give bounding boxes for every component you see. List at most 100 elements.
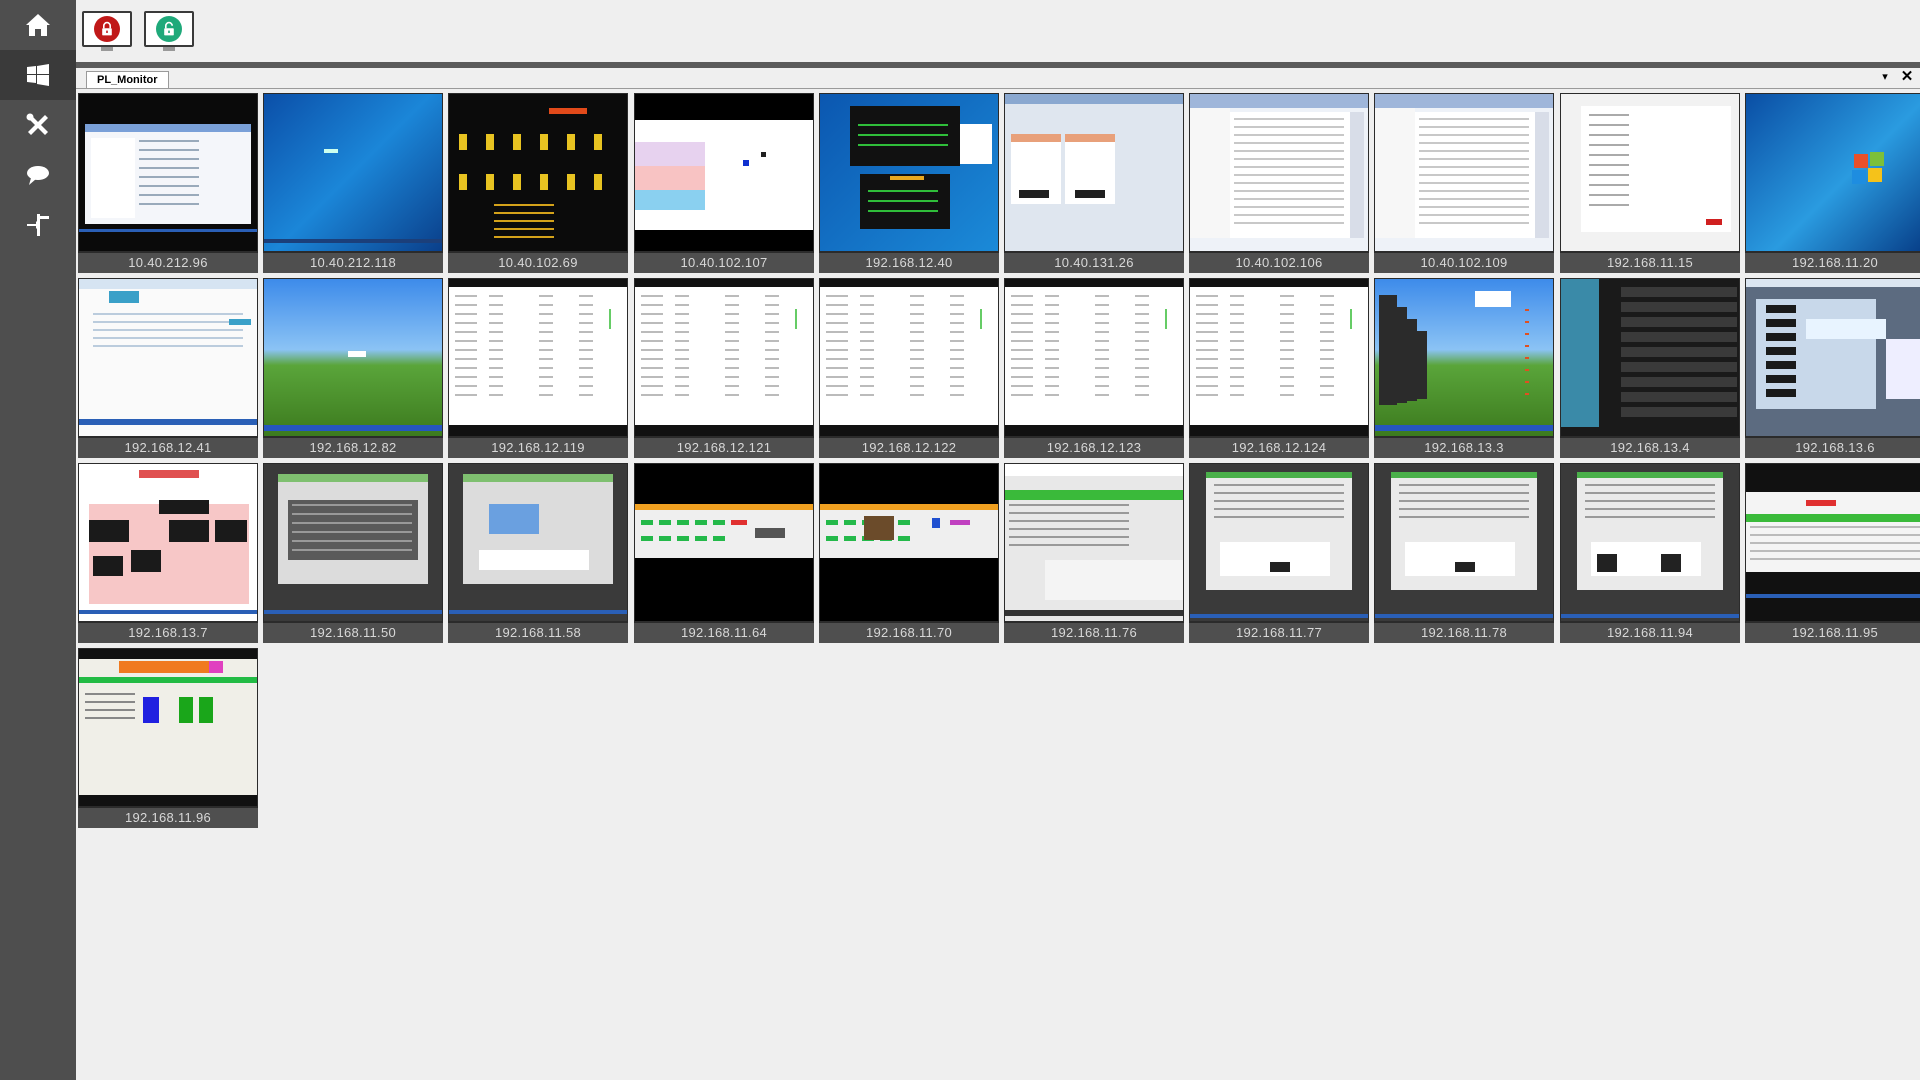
monitor-ip-label: 192.168.13.6 — [1745, 438, 1920, 458]
tab-close-icon[interactable]: ✕ — [1900, 69, 1914, 85]
sidebar-item-network[interactable] — [0, 200, 76, 250]
monitor-tile[interactable]: 192.168.12.119 — [448, 278, 628, 458]
screen-block — [980, 309, 982, 329]
screen-block — [1419, 166, 1529, 168]
screen-block — [455, 322, 477, 324]
screen-block — [288, 500, 418, 560]
monitor-tile[interactable]: 192.168.11.58 — [448, 463, 628, 643]
screen-block — [1009, 536, 1129, 538]
screen-block — [489, 394, 503, 396]
tab-menu-icon[interactable]: ▾ — [1878, 70, 1892, 84]
screen-block — [1230, 385, 1244, 387]
screen-block — [93, 313, 243, 315]
monitor-tile[interactable]: 192.168.11.64 — [634, 463, 814, 643]
screen-block — [1746, 279, 1920, 287]
screen-block — [1419, 206, 1529, 208]
monitor-tile[interactable]: 192.168.11.50 — [263, 463, 443, 643]
screen-block — [93, 321, 243, 323]
screen-block — [579, 385, 593, 387]
screen-block — [1280, 349, 1294, 351]
screen-block — [1886, 339, 1920, 399]
screen-block — [1806, 319, 1886, 339]
screen-block — [1011, 358, 1033, 360]
screen-block — [844, 536, 856, 541]
screen-block — [539, 367, 553, 369]
monitor-tile[interactable]: 192.168.13.7 — [78, 463, 258, 643]
monitor-ip-label: 192.168.11.95 — [1745, 623, 1920, 643]
monitor-tile[interactable]: 10.40.102.106 — [1189, 93, 1369, 273]
screen-block — [1601, 377, 1737, 387]
monitor-tile[interactable]: 192.168.12.82 — [263, 278, 443, 458]
screen-block — [1045, 304, 1059, 306]
screen-block — [1234, 166, 1344, 168]
screen-block — [910, 349, 924, 351]
screen-block — [795, 309, 797, 329]
monitor-tile[interactable]: 192.168.11.95 — [1745, 463, 1920, 643]
tab-pl-monitor[interactable]: PL_Monitor — [86, 71, 169, 88]
screen-block — [725, 358, 739, 360]
monitor-tile[interactable]: 192.168.11.78 — [1374, 463, 1554, 643]
sidebar-item-windows[interactable] — [0, 50, 76, 100]
monitor-tile[interactable]: 192.168.12.121 — [634, 278, 814, 458]
monitor-tile[interactable]: 192.168.11.70 — [819, 463, 999, 643]
screen-block — [459, 134, 467, 150]
screen-block — [1320, 385, 1334, 387]
monitor-tile[interactable]: 192.168.11.96 — [78, 648, 258, 828]
screen-block — [292, 522, 412, 524]
screen-block — [1750, 534, 1920, 536]
screen-block — [1135, 313, 1149, 315]
monitor-tile[interactable]: 10.40.212.118 — [263, 93, 443, 273]
monitor-tile[interactable]: 192.168.11.94 — [1560, 463, 1740, 643]
monitor-tile[interactable]: 192.168.11.76 — [1004, 463, 1184, 643]
screen-block — [539, 295, 553, 297]
screen-block — [199, 697, 213, 723]
monitor-tile[interactable]: 192.168.11.15 — [1560, 93, 1740, 273]
screen-block — [1234, 142, 1344, 144]
monitor-tile[interactable]: 10.40.102.69 — [448, 93, 628, 273]
screen-block — [1230, 367, 1244, 369]
screen-block — [455, 376, 477, 378]
screen-thumbnail — [1375, 279, 1553, 436]
screen-block — [725, 322, 739, 324]
monitor-tile[interactable]: 10.40.102.107 — [634, 93, 814, 273]
screen-block — [567, 134, 575, 150]
monitor-tile[interactable]: 10.40.102.109 — [1374, 93, 1554, 273]
screen-block — [79, 610, 257, 614]
screen-block — [449, 610, 627, 614]
screen-block — [659, 536, 671, 541]
screen-block — [513, 134, 521, 150]
screen-block — [868, 190, 938, 192]
monitor-tile[interactable]: 192.168.11.77 — [1189, 463, 1369, 643]
monitor-tile[interactable]: 192.168.13.4 — [1560, 278, 1740, 458]
screen-block — [567, 174, 575, 190]
screen-block — [761, 152, 766, 157]
screen-block — [1135, 295, 1149, 297]
monitor-tile[interactable]: 192.168.12.122 — [819, 278, 999, 458]
unlock-all-button[interactable] — [144, 11, 194, 53]
sidebar-item-home[interactable] — [0, 0, 76, 50]
sidebar-item-tools[interactable] — [0, 100, 76, 150]
screen-block — [713, 536, 725, 541]
screen-block — [79, 649, 257, 659]
monitor-tile[interactable]: 192.168.12.123 — [1004, 278, 1184, 458]
screen-block — [1045, 394, 1059, 396]
monitor-tile[interactable]: 192.168.12.124 — [1189, 278, 1369, 458]
sidebar-item-chat[interactable] — [0, 150, 76, 200]
monitor-tile[interactable]: 192.168.13.6 — [1745, 278, 1920, 458]
screen-block — [1601, 407, 1621, 417]
monitor-tile[interactable]: 10.40.131.26 — [1004, 93, 1184, 273]
monitor-tile[interactable]: 192.168.11.20 — [1745, 93, 1920, 273]
screen-block — [229, 319, 251, 325]
monitor-tile[interactable]: 10.40.212.96 — [78, 93, 258, 273]
screen-block — [725, 331, 739, 333]
screen-thumbnail — [1190, 94, 1368, 251]
tools-icon — [26, 113, 48, 135]
screen-block — [1280, 376, 1294, 378]
monitor-tile[interactable]: 192.168.12.40 — [819, 93, 999, 273]
screen-block — [820, 504, 998, 510]
lock-all-button[interactable] — [82, 11, 132, 53]
monitor-tile[interactable]: 192.168.12.41 — [78, 278, 258, 458]
monitor-tile[interactable]: 192.168.13.3 — [1374, 278, 1554, 458]
screen-block — [1196, 385, 1218, 387]
screen-block — [539, 331, 553, 333]
